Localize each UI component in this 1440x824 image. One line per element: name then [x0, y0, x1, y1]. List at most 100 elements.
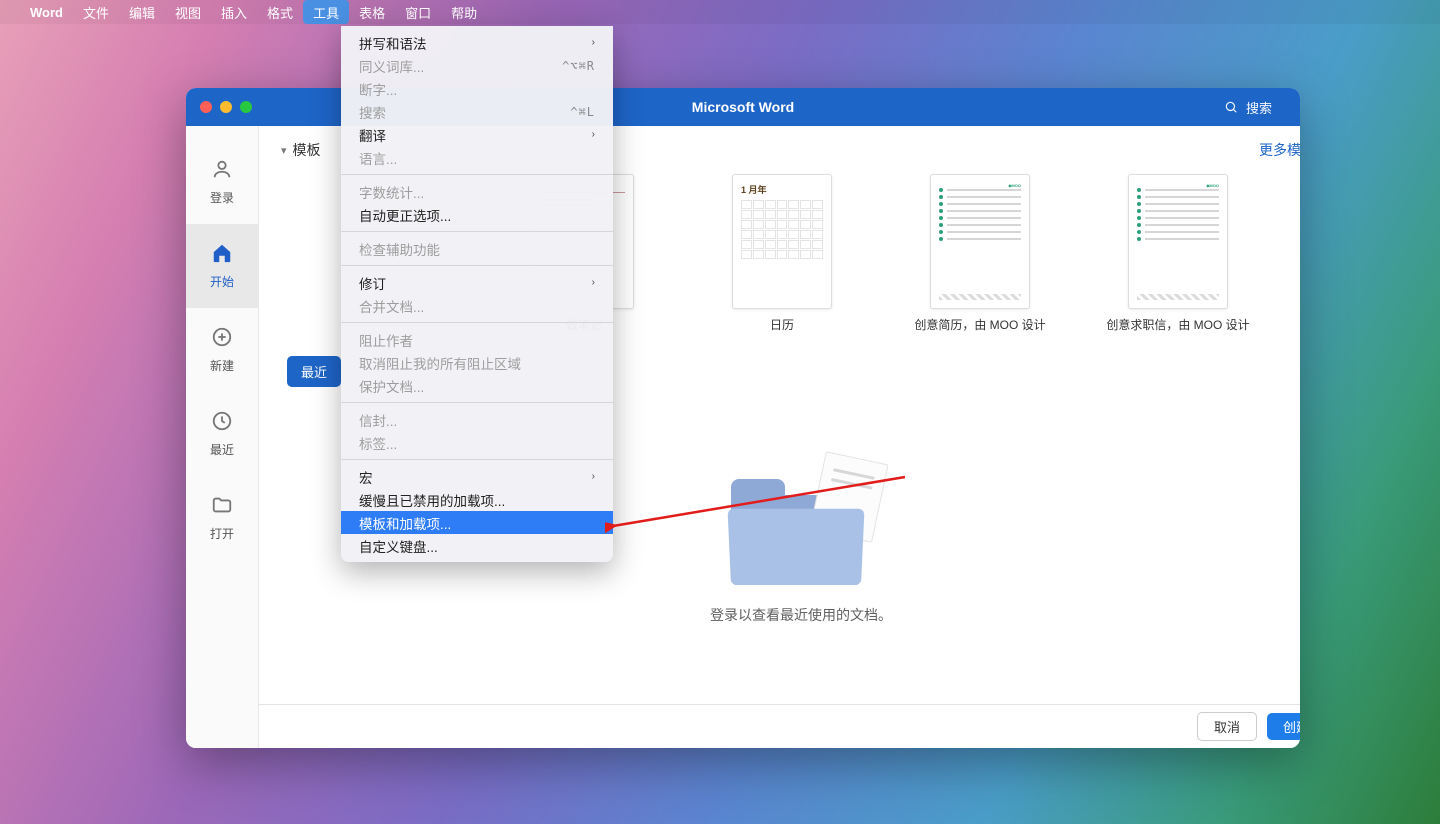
menu-item-label: 模板和加载项... — [359, 513, 451, 533]
chevron-right-icon: › — [592, 37, 595, 48]
menubar-item-窗口[interactable]: 窗口 — [395, 0, 441, 24]
menu-item[interactable]: 自定义键盘... — [341, 534, 613, 557]
menu-item-label: 语言... — [359, 148, 397, 168]
menu-item: 同义词库... ^⌥⌘R — [341, 54, 613, 77]
sidebar-item-plus[interactable]: 新建 — [186, 308, 259, 392]
menu-item: 阻止作者 — [341, 328, 613, 351]
footer-buttons: 取消 创建 — [259, 704, 1300, 748]
template-item[interactable]: 1 月年日历 — [707, 174, 857, 334]
menu-item-label: 自动更正选项... — [359, 205, 451, 225]
menu-separator — [341, 459, 613, 460]
menu-item[interactable]: 缓慢且已禁用的加载项... — [341, 488, 613, 511]
template-thumbnail: ◆MOO — [1128, 174, 1228, 309]
menu-item-label: 自定义键盘... — [359, 536, 438, 556]
menu-item: 搜索 ^⌘L — [341, 100, 613, 123]
menu-item: 语言... — [341, 146, 613, 169]
search-field[interactable]: 搜索 — [1224, 98, 1272, 117]
sidebar-item-label: 开始 — [210, 273, 234, 290]
menu-item-label: 信封... — [359, 410, 397, 430]
menu-item-label: 断字... — [359, 79, 397, 99]
menu-item[interactable]: 宏› — [341, 465, 613, 488]
menu-item[interactable]: 自动更正选项... — [341, 203, 613, 226]
menu-separator — [341, 231, 613, 232]
menubar-item-文件[interactable]: 文件 — [73, 0, 119, 24]
more-templates-link[interactable]: 更多模板 — [1259, 140, 1300, 160]
sidebar-item-home[interactable]: 开始 — [186, 224, 259, 308]
window-controls — [200, 101, 252, 113]
template-label: 创意求职信，由 MOO 设计 — [1106, 317, 1249, 334]
template-item[interactable]: ◆MOO 创意简历，由 MOO 设计 — [905, 174, 1055, 334]
menu-item-label: 拼写和语法 — [359, 33, 427, 53]
menu-shortcut: ^⌘L — [570, 105, 595, 119]
close-window-button[interactable] — [200, 101, 212, 113]
menu-shortcut: ^⌥⌘R — [562, 59, 595, 73]
menubar-item-帮助[interactable]: 帮助 — [441, 0, 487, 24]
menubar-item-表格[interactable]: 表格 — [349, 0, 395, 24]
menu-item[interactable]: 模板和加载项... — [341, 511, 613, 534]
menu-separator — [341, 265, 613, 266]
menu-item[interactable]: 翻译› — [341, 123, 613, 146]
folder-icon — [211, 494, 233, 519]
menu-item-label: 搜索 — [359, 102, 386, 122]
menubar-item-插入[interactable]: 插入 — [211, 0, 257, 24]
chevron-right-icon: › — [592, 471, 595, 482]
minimize-window-button[interactable] — [220, 101, 232, 113]
sidebar-item-folder[interactable]: 打开 — [186, 476, 259, 560]
menubar-appname[interactable]: Word — [20, 0, 73, 24]
menubar-item-视图[interactable]: 视图 — [165, 0, 211, 24]
menu-item-label: 阻止作者 — [359, 330, 413, 350]
menu-item: 取消阻止我的所有阻止区域 — [341, 351, 613, 374]
menu-item: 信封... — [341, 408, 613, 431]
menu-item: 断字... — [341, 77, 613, 100]
tools-dropdown-menu: 拼写和语法 › 同义词库... ^⌥⌘R 断字... 搜索 ^⌘L 翻译›语言... 字数统计.… — [341, 26, 613, 562]
menu-item: 字数统计... — [341, 180, 613, 203]
menu-item[interactable]: 拼写和语法 › — [341, 31, 613, 54]
template-thumbnail: ◆MOO — [930, 174, 1030, 309]
home-icon — [211, 242, 233, 267]
search-icon — [1224, 100, 1238, 114]
chevron-right-icon: › — [592, 129, 595, 140]
sidebar-item-label: 新建 — [210, 357, 234, 374]
menu-item-label: 缓慢且已禁用的加载项... — [359, 490, 505, 510]
clock-icon — [211, 410, 233, 435]
menu-item: 合并文档... — [341, 294, 613, 317]
template-item[interactable]: ◆MOO 创意求职信，由 MOO 设计 — [1103, 174, 1253, 334]
menu-item[interactable]: 修订› — [341, 271, 613, 294]
template-label: 创意简历，由 MOO 设计 — [914, 317, 1045, 334]
menu-item-label: 合并文档... — [359, 296, 424, 316]
menu-item-label: 同义词库... — [359, 56, 424, 76]
person-icon — [211, 158, 233, 183]
templates-header: 模板 — [293, 140, 321, 160]
menu-item-label: 标签... — [359, 433, 397, 453]
template-thumbnail: 1 月年 — [732, 174, 832, 309]
menu-item-label: 字数统计... — [359, 182, 424, 202]
zoom-window-button[interactable] — [240, 101, 252, 113]
plus-icon — [211, 326, 233, 351]
menu-item-label: 修订 — [359, 273, 386, 293]
sidebar-item-clock[interactable]: 最近 — [186, 392, 259, 476]
recent-tab[interactable]: 最近 — [287, 356, 341, 387]
sidebar-item-label: 登录 — [210, 189, 234, 206]
menubar-item-格式[interactable]: 格式 — [257, 0, 303, 24]
empty-message: 登录以查看最近使用的文档。 — [710, 605, 892, 625]
empty-folder-icon — [721, 465, 881, 585]
menu-separator — [341, 174, 613, 175]
menu-item: 保护文档... — [341, 374, 613, 397]
menubar-item-工具[interactable]: 工具 — [303, 0, 349, 24]
macos-menubar: Word 文件编辑视图插入格式工具表格窗口帮助 — [0, 0, 1440, 24]
menu-item-label: 取消阻止我的所有阻止区域 — [359, 353, 521, 373]
menu-item: 检查辅助功能 — [341, 237, 613, 260]
create-button[interactable]: 创建 — [1267, 713, 1300, 740]
menubar-item-编辑[interactable]: 编辑 — [119, 0, 165, 24]
menu-item-label: 宏 — [359, 467, 373, 487]
menu-item-label: 检查辅助功能 — [359, 239, 440, 259]
menu-separator — [341, 322, 613, 323]
sidebar-item-label: 最近 — [210, 441, 234, 458]
sidebar-item-label: 打开 — [210, 525, 234, 542]
chevron-down-icon[interactable]: ▾ — [281, 144, 287, 157]
template-label: 日历 — [770, 317, 794, 334]
cancel-button[interactable]: 取消 — [1197, 712, 1257, 741]
search-placeholder: 搜索 — [1246, 98, 1272, 117]
sidebar-item-person[interactable]: 登录 — [186, 140, 259, 224]
menu-item: 标签... — [341, 431, 613, 454]
